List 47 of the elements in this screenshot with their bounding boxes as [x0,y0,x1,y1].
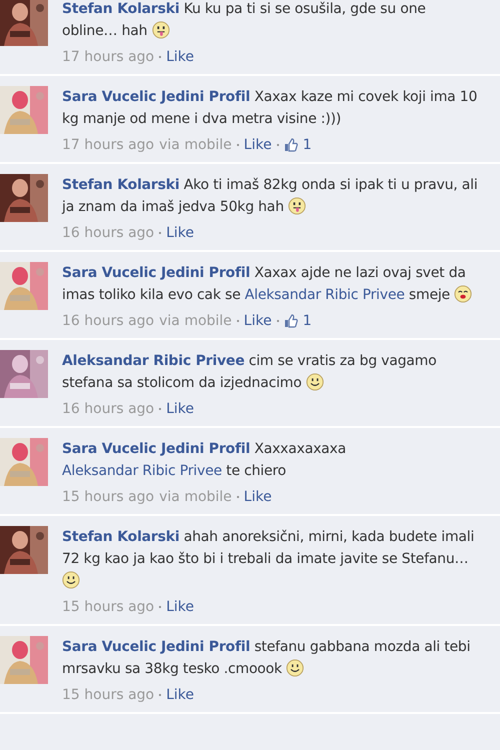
smiley-icon [62,571,80,589]
like-link[interactable]: Like [166,223,194,243]
tongue-face-icon [288,197,306,215]
kiss-face-icon [454,285,472,303]
via-label: via mobile [159,312,232,331]
like-link[interactable]: Like [244,135,272,155]
comment-text: Stefan Kolarski Ako ti imaš 82kg onda si ipak ti u pravu, ali ja znam da imaš jedva 50kg hah [62,176,479,217]
comment-text: Aleksandar Ribic Privee cim se vratis za bg vagamo stefana sa stolicom da izjednacimo [62,352,438,393]
timestamp: 16 hours ago [62,224,154,243]
comment-text: Sara Vucelic Jedini Profil Xaxxaxaxaxa Aleksandar Ribic Privee te chiero [62,440,348,481]
timestamp: 16 hours ago [62,312,154,331]
like-count[interactable]: 1 [302,135,312,155]
author-link[interactable]: Sara Vucelic Jedini Profil [62,89,250,105]
mention-link[interactable]: Aleksandar Ribic Privee [244,287,405,303]
comment-text: Stefan Kolarski ahah anoreksični, mirni, kada budete imali 72 kg kao ja kao što bi i trebali da imate javite se Stefanu… [62,526,480,592]
thumbs-up-icon [284,138,298,152]
author-link[interactable]: Stefan Kolarski [62,177,180,193]
timestamp: 16 hours ago [62,400,154,419]
like-link[interactable]: Like [244,311,272,331]
like-count[interactable]: 1 [302,311,312,331]
timestamp: 15 hours ago [62,686,154,705]
via-label: via mobile [159,136,232,155]
author-link[interactable]: Sara Vucelic Jedini Profil [62,441,250,457]
smiley-icon [306,373,324,391]
mention-link[interactable]: Aleksandar Ribic Privee [62,463,222,479]
author-link[interactable]: Aleksandar Ribic Privee [62,353,244,369]
like-link[interactable]: Like [244,487,272,507]
timestamp: 15 hours ago [62,598,154,617]
author-link[interactable]: Sara Vucelic Jedini Profil [62,265,250,281]
thumbs-up-icon [284,314,298,328]
like-link[interactable]: Like [166,399,194,419]
tongue-face-icon [152,21,170,39]
comment-text: Sara Vucelic Jedini Profil stefanu gabbana mozda ali tebi mrsavku sa 38kg tesko .cmoook [62,638,472,679]
author-link[interactable]: Stefan Kolarski [62,1,180,17]
timestamp: 17 hours ago [62,136,154,155]
like-link[interactable]: Like [166,685,194,705]
timestamp: 15 hours ago [62,488,154,507]
author-link[interactable]: Stefan Kolarski [62,529,180,545]
smiley-icon [286,659,304,677]
like-link[interactable]: Like [166,47,194,67]
timestamp: 17 hours ago [62,48,154,67]
comment-text: Sara Vucelic Jedini Profil Xaxax ajde ne lazi ovaj svet da imas toliko kila evo cak se Aleksandar Ribic Privee smeje [62,262,480,306]
like-link[interactable]: Like [166,597,194,617]
comment-text: Stefan Kolarski Ku ku pa ti si se osušila, gde su one obline… hah [62,0,427,41]
via-label: via mobile [159,488,232,507]
author-link[interactable]: Sara Vucelic Jedini Profil [62,639,250,655]
comment-text: Sara Vucelic Jedini Profil Xaxax kaze mi covek koji ima 10 kg manje od mene i dva metra visine :))) [62,88,478,129]
